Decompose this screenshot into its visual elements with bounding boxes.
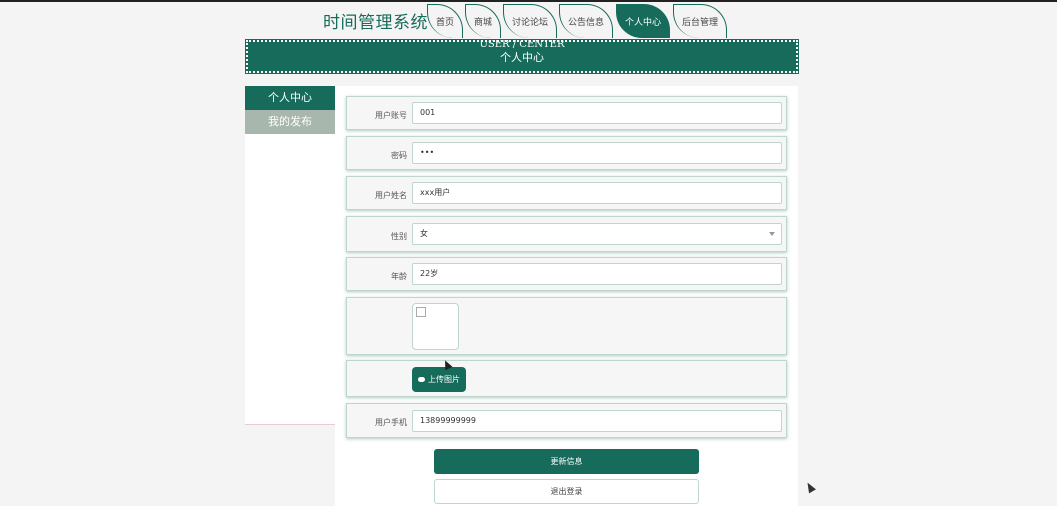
gender-label: 性别 [391, 232, 407, 241]
name-input[interactable]: xxx用户 [412, 182, 782, 204]
tab-user-center[interactable]: 个人中心 [616, 4, 670, 38]
account-label: 用户账号 [375, 111, 407, 120]
sidebar: 个人中心 我的发布 [245, 86, 336, 425]
page-banner: USER / CENTER 个人中心 [245, 39, 799, 74]
account-input[interactable]: 001 [412, 102, 782, 124]
chevron-down-icon [769, 232, 775, 236]
form-row-upload: 上传图片 [346, 360, 787, 397]
tab-notice[interactable]: 公告信息 [559, 4, 613, 38]
tab-mall[interactable]: 商城 [465, 4, 501, 38]
upload-button-label: 上传图片 [428, 375, 460, 384]
password-label: 密码 [391, 151, 407, 160]
form-row-avatar [346, 297, 787, 355]
form-row-age: 年龄 22岁 [346, 257, 787, 291]
update-info-button[interactable]: 更新信息 [434, 449, 699, 474]
mouse-cursor-icon [804, 480, 816, 494]
gender-select[interactable]: 女 [412, 223, 782, 245]
profile-panel: 用户账号 001 密码 ••• 用户姓名 xxx用户 性别 女 年龄 22岁 上… [335, 86, 798, 506]
tab-home[interactable]: 首页 [427, 4, 463, 38]
password-input[interactable]: ••• [412, 142, 782, 164]
age-input[interactable]: 22岁 [412, 263, 782, 285]
age-label: 年龄 [391, 272, 407, 281]
cloud-upload-icon [418, 377, 425, 382]
form-row-account: 用户账号 001 [346, 96, 787, 130]
banner-chinese-title: 个人中心 [500, 51, 544, 64]
name-label: 用户姓名 [375, 191, 407, 200]
form-row-name: 用户姓名 xxx用户 [346, 176, 787, 210]
form-row-password: 密码 ••• [346, 136, 787, 170]
sidebar-item-user-center[interactable]: 个人中心 [245, 86, 335, 110]
broken-image-icon [416, 307, 426, 317]
tab-admin[interactable]: 后台管理 [673, 4, 727, 38]
phone-input[interactable]: 13899999999 [412, 410, 782, 432]
top-border [0, 0, 1057, 2]
tab-forum[interactable]: 讨论论坛 [503, 4, 557, 38]
form-row-gender: 性别 女 [346, 216, 787, 252]
banner-english-title: USER / CENTER [479, 39, 565, 50]
phone-label: 用户手机 [375, 418, 407, 427]
site-title: 时间管理系统 [323, 13, 428, 33]
logout-button[interactable]: 退出登录 [434, 479, 699, 504]
sidebar-item-my-posts[interactable]: 我的发布 [245, 110, 335, 134]
gender-selected-value: 女 [420, 229, 428, 238]
form-row-phone: 用户手机 13899999999 [346, 403, 787, 438]
avatar-image [412, 303, 459, 350]
upload-image-button[interactable]: 上传图片 [412, 367, 466, 392]
